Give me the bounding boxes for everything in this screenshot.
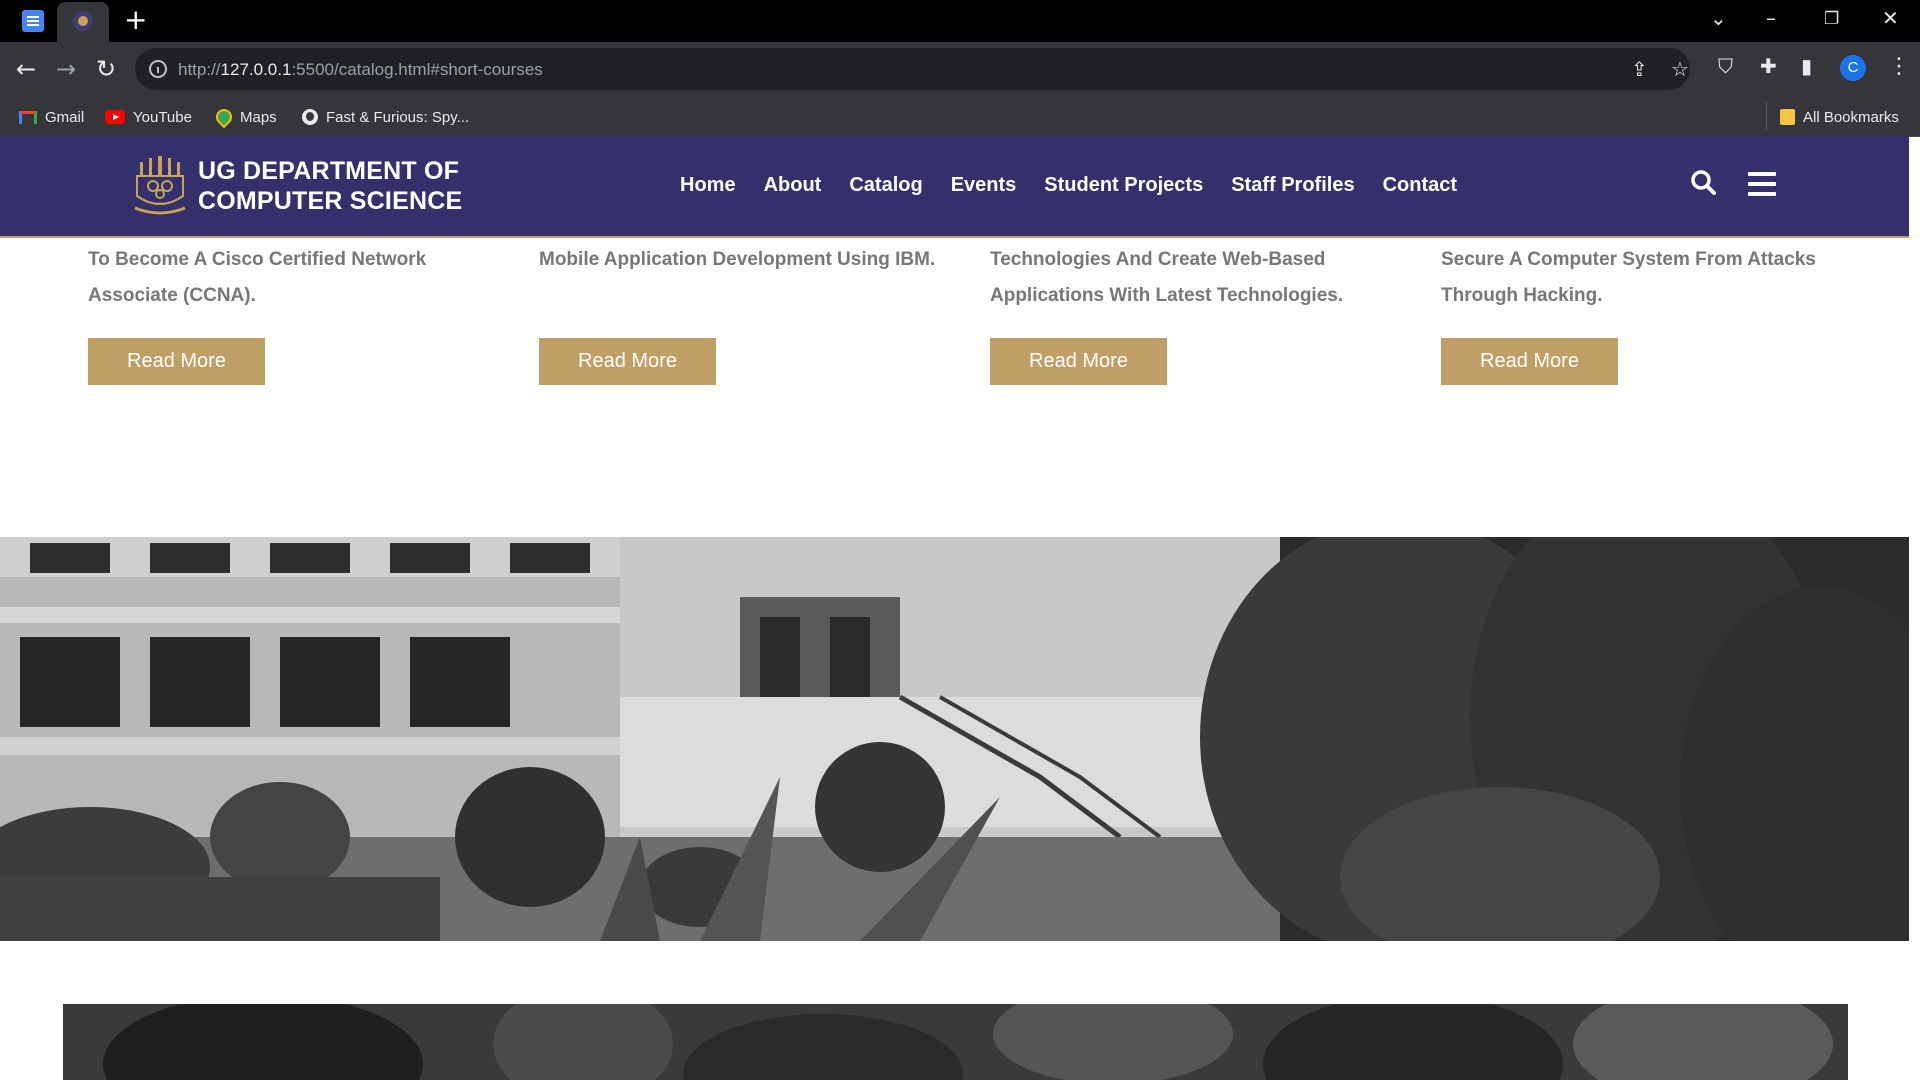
read-more-button[interactable]: Read More	[539, 338, 716, 385]
bookmarks-divider	[1766, 103, 1767, 129]
maps-icon	[212, 105, 236, 129]
campus-building-photo	[0, 537, 1909, 941]
browser-menu-icon[interactable]: ⋮	[1888, 54, 1910, 79]
bookmark-label: Gmail	[45, 108, 85, 126]
all-bookmarks-label: All Bookmarks	[1803, 108, 1899, 126]
browser-tab-bar: + ⌄ – ❐ ✕	[0, 0, 1920, 42]
folder-icon	[1780, 109, 1795, 125]
extensions-puzzle-icon[interactable]: ✚	[1760, 54, 1777, 78]
site-header: UG DEPARTMENT OF COMPUTER SCIENCE Home A…	[0, 136, 1909, 238]
site-title[interactable]: UG DEPARTMENT OF COMPUTER SCIENCE	[198, 156, 462, 216]
read-more-button[interactable]: Read More	[990, 338, 1167, 385]
course-card: Technologies And Create Web-Based Applic…	[990, 236, 1410, 385]
globe-icon	[302, 109, 318, 125]
course-card: Mobile Application Development Using IBM…	[539, 236, 959, 385]
site-title-line: UG DEPARTMENT OF	[198, 157, 460, 185]
search-icon[interactable]	[1690, 169, 1716, 195]
youtube-icon	[105, 110, 125, 124]
site-title-line: COMPUTER SCIENCE	[198, 187, 463, 215]
course-description: Mobile Application Development Using IBM…	[539, 249, 936, 270]
bookmark-maps[interactable]: Maps	[212, 105, 277, 129]
read-more-button[interactable]: Read More	[1441, 338, 1618, 385]
all-bookmarks[interactable]: All Bookmarks	[1780, 107, 1899, 127]
forward-button[interactable]: →	[56, 56, 76, 82]
nav-catalog[interactable]: Catalog	[849, 174, 922, 197]
banner-texture	[63, 1004, 1848, 1080]
nav-about[interactable]: About	[764, 174, 822, 197]
shield-extension-icon[interactable]: ⛉	[1718, 54, 1733, 78]
bookmark-label: YouTube	[133, 108, 192, 126]
reload-button[interactable]: ↻	[96, 56, 116, 82]
minimize-button[interactable]: –	[1766, 6, 1776, 30]
restore-button[interactable]: ❐	[1824, 9, 1839, 29]
main-nav: Home About Catalog Events Student Projec…	[680, 174, 1457, 197]
course-description: To Become A Cisco Certified Network Asso…	[88, 249, 427, 306]
close-window-button[interactable]: ✕	[1882, 6, 1899, 30]
browser-toolbar: ← → ↻ http://127.0.0.1:5500/catalog.html…	[0, 42, 1920, 98]
site-favicon-icon	[73, 11, 93, 31]
bookmark-youtube[interactable]: YouTube	[105, 107, 192, 127]
back-button[interactable]: ←	[16, 56, 36, 82]
site-info-icon[interactable]	[149, 60, 167, 78]
nav-staff-profiles[interactable]: Staff Profiles	[1231, 174, 1354, 197]
section-banner-image	[63, 1004, 1848, 1080]
url-text[interactable]: http://127.0.0.1:5500/catalog.html#short…	[178, 60, 543, 80]
share-icon[interactable]: ⇪	[1631, 57, 1648, 81]
course-description: Technologies And Create Web-Based Applic…	[990, 249, 1344, 306]
nav-events[interactable]: Events	[951, 174, 1017, 197]
bookmark-label: Fast & Furious: Spy...	[326, 108, 470, 126]
active-tab[interactable]	[57, 2, 109, 42]
side-panel-icon[interactable]: ▮	[1801, 54, 1812, 78]
course-description: Secure A Computer System From Attacks Th…	[1441, 249, 1816, 306]
course-card: To Become A Cisco Certified Network Asso…	[88, 236, 508, 385]
tab-search-chevron-icon[interactable]: ⌄	[1710, 6, 1727, 30]
new-tab-button[interactable]: +	[124, 6, 147, 34]
profile-avatar[interactable]: C	[1840, 55, 1866, 81]
nav-contact[interactable]: Contact	[1383, 174, 1457, 197]
hamburger-menu-icon[interactable]	[1748, 172, 1776, 196]
course-card: Secure A Computer System From Attacks Th…	[1441, 236, 1861, 385]
campus-photo-illustration	[0, 537, 1909, 941]
nav-student-projects[interactable]: Student Projects	[1044, 174, 1203, 197]
gmail-icon	[19, 110, 37, 124]
read-more-button[interactable]: Read More	[88, 338, 265, 385]
bookmarks-bar: Gmail YouTube Maps Fast & Furious: Spy..…	[0, 98, 1920, 137]
bookmark-label: Maps	[240, 108, 277, 126]
bookmark-gmail[interactable]: Gmail	[19, 107, 84, 127]
bookmark-star-icon[interactable]: ☆	[1671, 57, 1689, 81]
nav-home[interactable]: Home	[680, 174, 736, 197]
bookmark-fast-furious[interactable]: Fast & Furious: Spy...	[302, 107, 469, 127]
address-bar[interactable]: http://127.0.0.1:5500/catalog.html#short…	[135, 48, 1690, 90]
university-crest-logo[interactable]	[133, 156, 187, 216]
docs-tab-icon[interactable]	[22, 10, 44, 32]
